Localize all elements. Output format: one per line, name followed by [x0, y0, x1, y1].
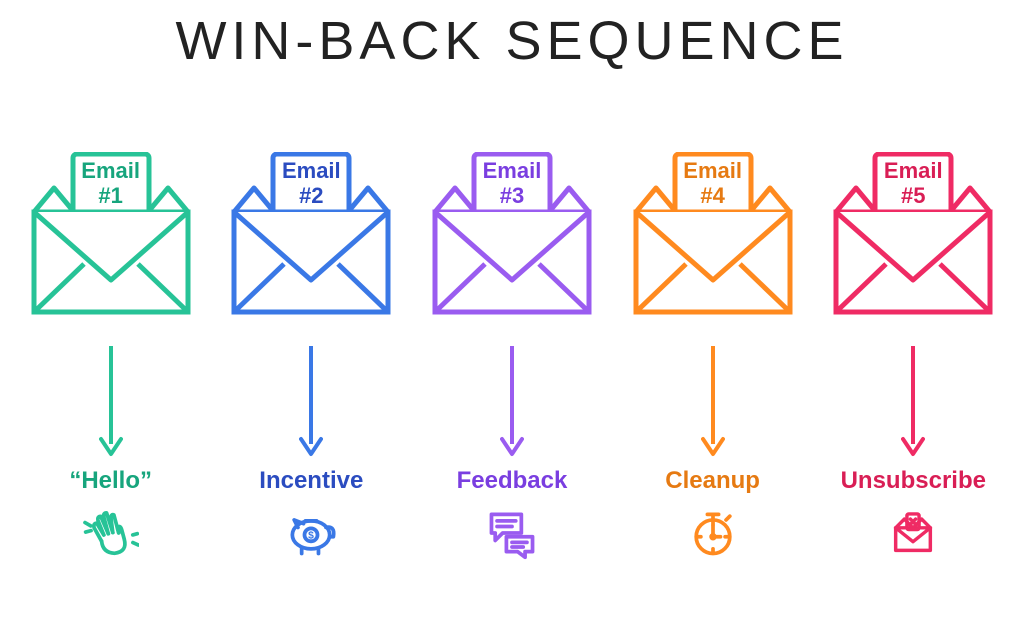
step-label: Feedback	[457, 467, 568, 495]
unsub-icon	[883, 503, 943, 563]
sequence-step: Email#5 Unsubscribe	[823, 152, 1003, 563]
envelope-card-text: Email#3	[427, 158, 597, 209]
svg-text:$: $	[308, 531, 314, 542]
card-line1: Email	[427, 158, 597, 183]
card-line2: #2	[226, 183, 396, 208]
sequence-step: Email#1 “Hello”	[21, 152, 201, 563]
envelope-icon: Email#3	[427, 152, 597, 322]
sequence-step: Email#4 Cleanup	[623, 152, 803, 563]
envelope-icon: Email#4	[628, 152, 798, 322]
sequence-step: Email#2 Incentive $	[221, 152, 401, 563]
step-label: Unsubscribe	[841, 467, 986, 495]
card-line1: Email	[226, 158, 396, 183]
envelope-card-text: Email#5	[828, 158, 998, 209]
stopwatch-icon	[683, 503, 743, 563]
envelope-card-text: Email#2	[226, 158, 396, 209]
arrow-down-icon	[99, 344, 123, 459]
card-line2: #3	[427, 183, 597, 208]
sequence-step: Email#3 Feedback	[422, 152, 602, 563]
envelope-card-text: Email#4	[628, 158, 798, 209]
chat-icon	[482, 503, 542, 563]
wave-icon	[81, 503, 141, 563]
card-line1: Email	[628, 158, 798, 183]
step-label: Cleanup	[665, 467, 760, 495]
arrow-down-icon	[901, 344, 925, 459]
card-line1: Email	[26, 158, 196, 183]
envelope-card-text: Email#1	[26, 158, 196, 209]
arrow-down-icon	[701, 344, 725, 459]
step-label: “Hello”	[69, 467, 152, 495]
envelope-icon: Email#2	[226, 152, 396, 322]
step-label: Incentive	[259, 467, 363, 495]
card-line2: #4	[628, 183, 798, 208]
arrow-down-icon	[299, 344, 323, 459]
page-title: WIN-BACK SEQUENCE	[0, 10, 1024, 72]
card-line1: Email	[828, 158, 998, 183]
sequence-row: Email#1 “Hello”	[0, 152, 1024, 563]
card-line2: #5	[828, 183, 998, 208]
envelope-icon: Email#5	[828, 152, 998, 322]
arrow-down-icon	[500, 344, 524, 459]
card-line2: #1	[26, 183, 196, 208]
envelope-icon: Email#1	[26, 152, 196, 322]
piggy-icon: $	[281, 503, 341, 563]
